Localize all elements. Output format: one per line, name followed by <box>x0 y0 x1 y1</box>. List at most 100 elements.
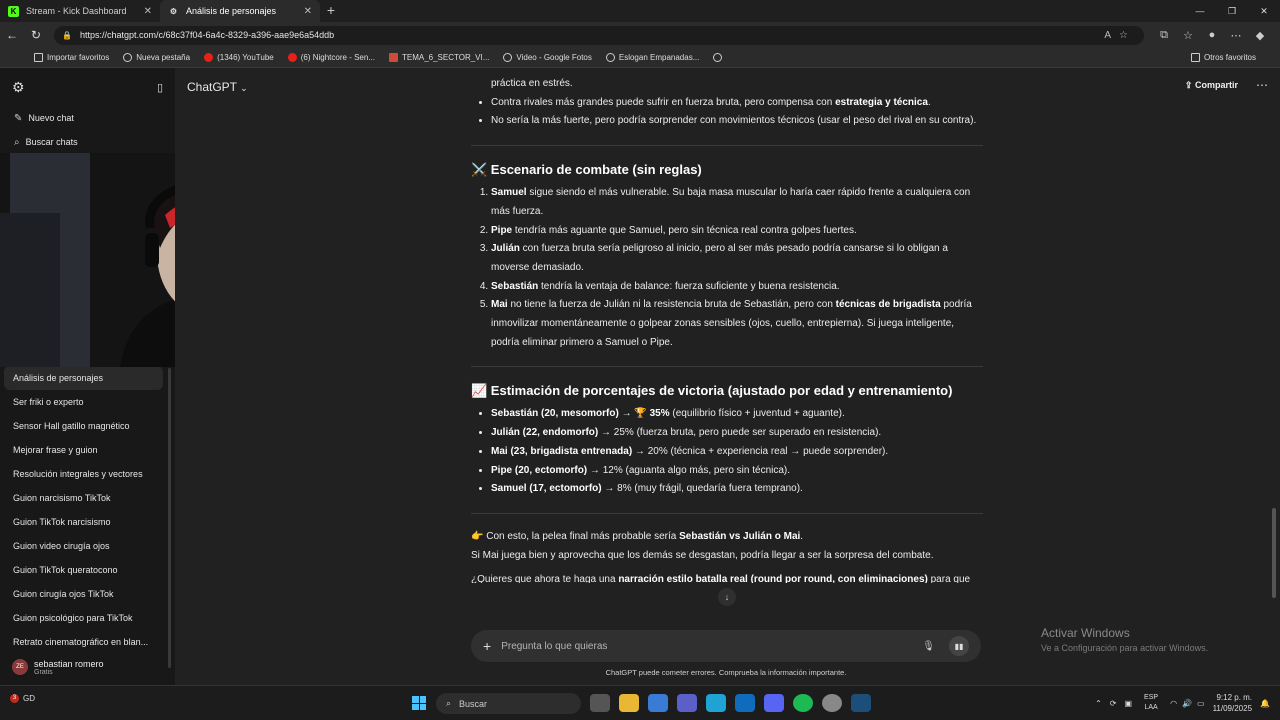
close-tab-icon[interactable]: ✕ <box>304 6 312 17</box>
close-window-icon[interactable]: ✕ <box>1248 0 1280 22</box>
bookmark-google-photos[interactable]: Video - Google Fotos <box>503 53 592 62</box>
sidebar-item[interactable]: Guion psicológico para TikTok <box>0 606 175 630</box>
favorites-icon[interactable]: ☆ <box>1176 29 1200 42</box>
sidebar-item[interactable]: Guion narcisismo TikTok <box>0 486 175 510</box>
list-item: Pipe (20, ectomorfo) → 12% (aguanta algo… <box>491 462 983 481</box>
close-tab-icon[interactable]: ✕ <box>144 6 152 17</box>
model-selector[interactable]: ChatGPT ⌄ <box>187 80 248 94</box>
clock[interactable]: 9:12 p. m. 11/09/2025 <box>1213 692 1252 714</box>
voice-mode-icon[interactable]: ▮▮ <box>949 636 969 656</box>
bookmark-globe[interactable] <box>713 53 726 62</box>
chatgpt-icon: ⚙ <box>169 6 178 16</box>
discord-icon[interactable] <box>764 694 784 712</box>
store-icon[interactable] <box>648 694 668 712</box>
volume-icon[interactable]: 🔊 <box>1182 699 1192 708</box>
bookmark-import[interactable]: Importar favoritos <box>34 53 109 62</box>
read-aloud-icon[interactable]: A☆ <box>1104 30 1136 41</box>
sidebar-item-analisis-personajes[interactable]: Análisis de personajes <box>4 366 163 390</box>
sync-icon[interactable]: ⟳ <box>1110 699 1117 708</box>
url-bar[interactable]: 🔒 https://chatgpt.com/c/68c37f04-6a4c-83… <box>54 25 1144 45</box>
start-windows-icon[interactable] <box>412 696 426 710</box>
new-chat-button[interactable]: ✎ Nuevo chat <box>0 106 175 130</box>
sidebar-item[interactable]: Guion video cirugía ojos <box>0 534 175 558</box>
sidebar-item[interactable]: Resolución integrales y vectores <box>0 462 175 486</box>
notifications-icon[interactable]: 🔔 <box>1260 699 1270 708</box>
intro-bullet-list: Contra rivales más grandes puede sufrir … <box>471 94 983 131</box>
bookmark-eslogan[interactable]: Eslogan Empanadas... <box>605 53 699 62</box>
openai-logo-icon[interactable]: ⚙ <box>12 79 25 96</box>
windows-taskbar: 3 GD ⌕ Buscar ⌃ ⟳ ▣ ESP LAA ◠ 🔊 ▭ 9:12 p… <box>0 685 1280 720</box>
reload-icon[interactable]: ↻ <box>24 28 48 42</box>
disclaimer-text: ChatGPT puede cometer errores. Comprueba… <box>605 668 847 677</box>
new-tab-button[interactable]: + <box>320 0 342 22</box>
github-icon[interactable] <box>822 694 842 712</box>
bookmark-tema6[interactable]: TEMA_6_SECTOR_VI... <box>388 53 489 62</box>
sidebar-scrollbar[interactable] <box>168 368 171 668</box>
sidebar-item[interactable]: Retrato cinematográfico en blan... <box>0 630 175 654</box>
tab-analisis-personajes[interactable]: ⚙ Análisis de personajes ✕ <box>160 0 320 22</box>
steam-icon[interactable] <box>851 694 871 712</box>
other-favorites[interactable]: Otros favoritos <box>1190 53 1256 62</box>
search-icon: ⌕ <box>446 698 452 708</box>
divider <box>471 512 983 514</box>
sidebar-item[interactable]: Guion TikTok queratocono <box>0 558 175 582</box>
sidebar-item[interactable]: Sensor Hall gatillo magnético <box>0 414 175 438</box>
teams-icon[interactable] <box>677 694 697 712</box>
scroll-down-button[interactable]: ↓ <box>718 588 736 606</box>
edge-icon[interactable] <box>706 694 726 712</box>
tab-kick-dashboard[interactable]: K Stream - Kick Dashboard ✕ <box>0 0 160 22</box>
sidebar-item[interactable]: Guion cirugía ojos TikTok <box>0 582 175 606</box>
menu-dots-icon[interactable]: ⋯ <box>1224 29 1248 42</box>
system-tray: ⌃ ⟳ ▣ ESP LAA ◠ 🔊 ▭ 9:12 p. m. 11/09/202… <box>1095 692 1270 714</box>
extensions-icon[interactable]: ⧉ <box>1152 29 1176 42</box>
microphone-icon[interactable]: 🎙 <box>922 641 935 652</box>
share-button[interactable]: ⇪ Compartir <box>1185 80 1238 91</box>
profile-icon[interactable]: ● <box>1200 29 1224 42</box>
globe-icon <box>123 53 133 62</box>
composer-input[interactable]: Pregunta lo que quieras <box>501 641 607 652</box>
youtube-icon <box>287 53 297 62</box>
language-indicator[interactable]: ESP LAA <box>1144 693 1158 713</box>
bookmark-new-tab[interactable]: Nueva pestaña <box>123 53 190 62</box>
divider <box>471 366 983 368</box>
combat-list: Samuel sigue siendo el más vulnerable. S… <box>471 184 983 352</box>
minimize-icon[interactable]: — <box>1184 0 1216 22</box>
globe-icon <box>713 53 723 62</box>
lock-icon: 🔒 <box>62 30 72 40</box>
back-icon[interactable]: ← <box>0 28 24 42</box>
copilot-icon[interactable]: ◆ <box>1248 29 1272 42</box>
app-tray-icon[interactable]: ▣ <box>1124 699 1132 708</box>
battery-icon[interactable]: ▭ <box>1197 699 1205 708</box>
sidebar-item[interactable]: Ser friki o experto <box>0 390 175 414</box>
message-composer[interactable]: + Pregunta lo que quieras 🎙 ▮▮ <box>471 630 981 662</box>
edit-icon: ✎ <box>14 112 23 124</box>
more-options-icon[interactable]: ⋯ <box>1256 78 1268 92</box>
plus-icon[interactable]: + <box>483 638 491 654</box>
activate-windows-subtitle: Ve a Configuración para activar Windows. <box>1041 643 1209 653</box>
assistant-message: práctica en estrés. Contra rivales más g… <box>471 68 983 583</box>
bookmark-youtube[interactable]: (1346) YouTube <box>204 53 274 62</box>
sidebar-item[interactable]: Guion TikTok narcisismo <box>0 510 175 534</box>
outlook-icon[interactable] <box>735 694 755 712</box>
weather-widget[interactable]: 3 GD <box>10 694 35 703</box>
spotify-icon[interactable] <box>793 694 813 712</box>
file-explorer-icon[interactable] <box>619 694 639 712</box>
follow-up-question: ¿Quieres que ahora te haga una narración… <box>471 574 971 584</box>
task-view-icon[interactable] <box>590 694 610 712</box>
kick-icon: K <box>8 5 19 17</box>
bookmark-nightcore[interactable]: (6) Nightcore - Sen... <box>287 53 375 62</box>
taskbar-search[interactable]: ⌕ Buscar <box>436 693 581 714</box>
user-profile[interactable]: ZE sebastian romero Gratis <box>0 652 175 682</box>
maximize-icon[interactable]: ❐ <box>1216 0 1248 22</box>
sidebar-toggle-icon[interactable]: ▯ <box>157 81 163 94</box>
url-text: https://chatgpt.com/c/68c37f04-6a4c-8329… <box>79 30 335 40</box>
list-item: Julián con fuerza bruta sería peligroso … <box>491 240 983 277</box>
list-item: Julián (22, endomorfo) → 25% (fuerza bru… <box>491 424 983 443</box>
user-plan: Gratis <box>34 668 53 676</box>
main-scrollbar[interactable] <box>1272 508 1276 598</box>
pinned-apps <box>590 694 880 712</box>
wifi-icon[interactable]: ◠ <box>1170 699 1177 708</box>
chevron-up-icon[interactable]: ⌃ <box>1095 699 1102 708</box>
search-chats-button[interactable]: ⌕ Buscar chats <box>0 130 175 154</box>
sidebar-item[interactable]: Mejorar frase y guion <box>0 438 175 462</box>
